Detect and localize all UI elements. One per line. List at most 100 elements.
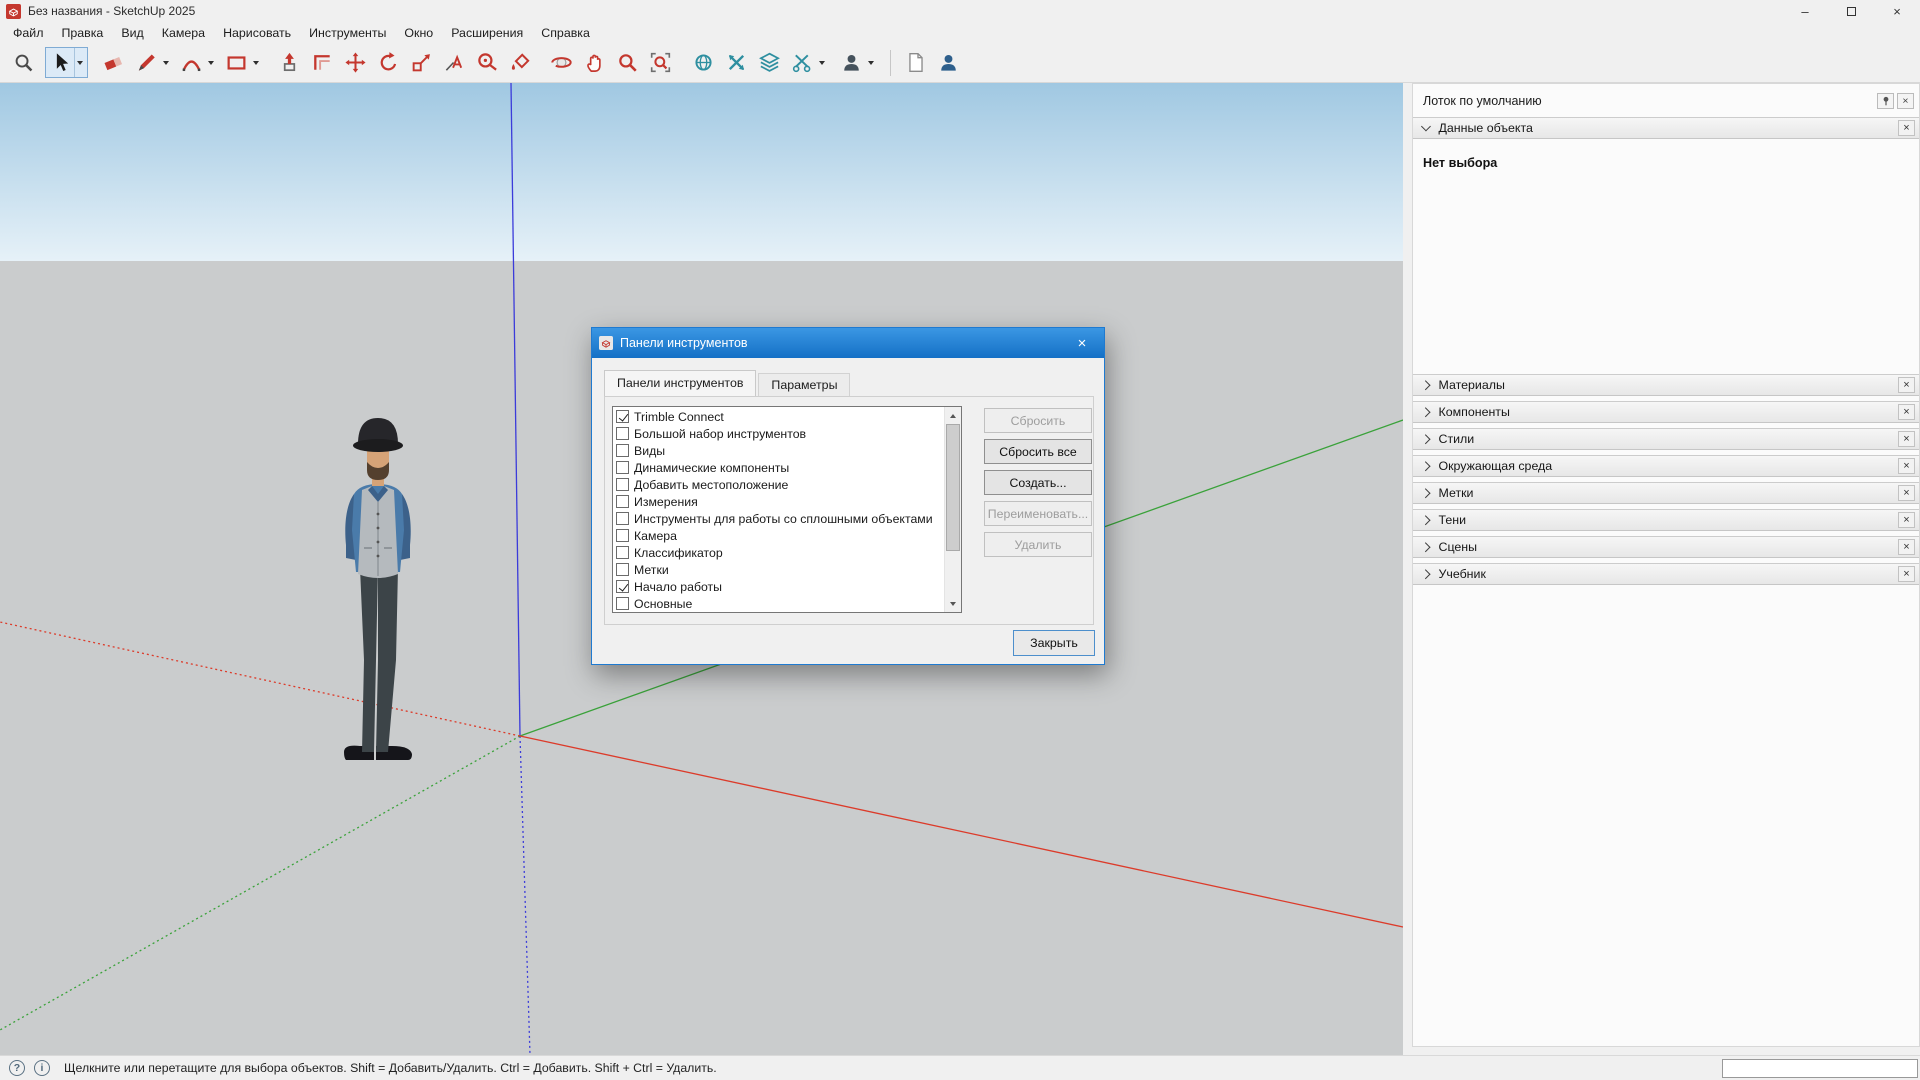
checkbox-icon[interactable] xyxy=(616,427,629,440)
tab-toolbars[interactable]: Панели инструментов xyxy=(604,370,756,396)
reset-all-button[interactable]: Сбросить все xyxy=(984,439,1092,464)
menu-item-camera[interactable]: Камера xyxy=(153,24,214,42)
tray-section-header-environment[interactable]: Окружающая среда× xyxy=(1413,455,1919,477)
select-dropdown-icon[interactable] xyxy=(77,61,83,65)
close-window-button[interactable]: × xyxy=(1874,0,1920,22)
info-status-icon[interactable]: i xyxy=(34,1060,50,1076)
arc-dropdown-icon[interactable] xyxy=(208,61,214,65)
tray-section-header-styles[interactable]: Стили× xyxy=(1413,428,1919,450)
scale-figure[interactable] xyxy=(320,410,450,762)
close-icon[interactable]: × xyxy=(1898,431,1915,447)
tool-paint-bucket[interactable] xyxy=(505,47,536,78)
menu-item-view[interactable]: Вид xyxy=(112,24,152,42)
tray-section-header-components[interactable]: Компоненты× xyxy=(1413,401,1919,423)
checkbox-icon[interactable] xyxy=(616,478,629,491)
dialog-titlebar[interactable]: Панели инструментов × xyxy=(592,328,1104,358)
toolbar-list-item[interactable]: Динамические компоненты xyxy=(613,459,944,476)
tool-move[interactable] xyxy=(340,47,371,78)
tray-section-header-scenes[interactable]: Сцены× xyxy=(1413,536,1919,558)
rectangle-dropdown-icon[interactable] xyxy=(253,61,259,65)
tool-zoom[interactable] xyxy=(612,47,643,78)
geolocation-status-icon[interactable]: ? xyxy=(9,1060,25,1076)
checkbox-icon[interactable] xyxy=(616,495,629,508)
toolbar-list-item[interactable]: Классификатор xyxy=(613,544,944,561)
close-icon[interactable]: × xyxy=(1898,566,1915,582)
checkbox-icon[interactable] xyxy=(616,597,629,610)
menu-item-window[interactable]: Окно xyxy=(395,24,442,42)
checkbox-icon[interactable] xyxy=(616,461,629,474)
tool-rectangle[interactable] xyxy=(221,47,264,78)
scroll-down-button[interactable] xyxy=(945,595,961,612)
tool-line[interactable] xyxy=(131,47,174,78)
checkbox-icon[interactable] xyxy=(616,546,629,559)
tray-close-button[interactable]: × xyxy=(1897,93,1914,109)
checkbox-icon[interactable] xyxy=(616,512,629,525)
tool-tape-measure[interactable] xyxy=(472,47,503,78)
menu-item-extensions[interactable]: Расширения xyxy=(442,24,532,42)
section-cut-dropdown-icon[interactable] xyxy=(819,61,825,65)
toolbar-list-item[interactable]: Камера xyxy=(613,527,944,544)
tool-search[interactable] xyxy=(8,47,39,78)
toolbars-listbox[interactable]: Trimble ConnectБольшой набор инструменто… xyxy=(612,406,962,613)
tool-exchange[interactable] xyxy=(721,47,752,78)
tool-add-location[interactable] xyxy=(688,47,719,78)
3d-viewport[interactable]: Панели инструментов × Панели инструменто… xyxy=(0,83,1403,1055)
menu-item-help[interactable]: Справка xyxy=(532,24,599,42)
checkbox-icon[interactable] xyxy=(616,563,629,576)
checkbox-icon[interactable] xyxy=(616,444,629,457)
toolbar-list-item[interactable]: Виды xyxy=(613,442,944,459)
tool-rotate[interactable] xyxy=(373,47,404,78)
list-scrollbar[interactable] xyxy=(944,407,961,612)
toolbar-list-item[interactable]: Основные xyxy=(613,595,944,612)
tray-section-header-materials[interactable]: Материалы× xyxy=(1413,374,1919,396)
tool-account[interactable] xyxy=(836,47,879,78)
close-button[interactable]: Закрыть xyxy=(1013,630,1095,656)
toolbar-list-item[interactable]: Trimble Connect xyxy=(613,408,944,425)
tray-pin-button[interactable] xyxy=(1877,93,1894,109)
tool-push-pull[interactable] xyxy=(274,47,305,78)
tool-arc[interactable] xyxy=(176,47,219,78)
toolbar-list-item[interactable]: Добавить местоположение xyxy=(613,476,944,493)
dialog-close-button[interactable]: × xyxy=(1060,328,1104,358)
tray-section-header-shadows[interactable]: Тени× xyxy=(1413,509,1919,531)
close-icon[interactable]: × xyxy=(1898,512,1915,528)
menu-item-file[interactable]: Файл xyxy=(4,24,52,42)
measurements-input[interactable] xyxy=(1722,1059,1918,1078)
close-icon[interactable]: × xyxy=(1898,458,1915,474)
toolbar-list-item[interactable]: Большой набор инструментов xyxy=(613,425,944,442)
tool-new-file[interactable] xyxy=(900,47,931,78)
close-icon[interactable]: × xyxy=(1898,485,1915,501)
menu-item-draw[interactable]: Нарисовать xyxy=(214,24,300,42)
tab-options[interactable]: Параметры xyxy=(758,373,850,396)
toolbar-list-item[interactable]: Инструменты для работы со сплошными объе… xyxy=(613,510,944,527)
tool-eraser[interactable] xyxy=(98,47,129,78)
close-icon[interactable]: × xyxy=(1898,377,1915,393)
close-icon[interactable]: × xyxy=(1898,404,1915,420)
tool-zoom-extents[interactable] xyxy=(645,47,676,78)
tray-section-header-entity-info[interactable]: Данные объекта× xyxy=(1413,117,1919,139)
menu-item-edit[interactable]: Правка xyxy=(52,24,112,42)
checkbox-icon[interactable] xyxy=(616,529,629,542)
tool-layout[interactable] xyxy=(754,47,785,78)
scrollbar-thumb[interactable] xyxy=(946,424,960,551)
tool-select[interactable] xyxy=(45,47,88,78)
tool-profile[interactable] xyxy=(933,47,964,78)
checkbox-checked-icon[interactable] xyxy=(616,580,629,593)
tool-scale[interactable] xyxy=(406,47,437,78)
close-icon[interactable]: × xyxy=(1898,120,1915,136)
toolbar-list-item[interactable]: Измерения xyxy=(613,493,944,510)
toolbar-list-item[interactable]: Метки xyxy=(613,561,944,578)
create-button[interactable]: Создать... xyxy=(984,470,1092,495)
tool-section-cut[interactable] xyxy=(787,47,830,78)
tray-section-header-tags[interactable]: Метки× xyxy=(1413,482,1919,504)
maximize-button[interactable] xyxy=(1828,0,1874,22)
line-dropdown-icon[interactable] xyxy=(163,61,169,65)
toolbar-list-item[interactable]: Начало работы xyxy=(613,578,944,595)
scroll-up-button[interactable] xyxy=(945,407,961,424)
close-icon[interactable]: × xyxy=(1898,539,1915,555)
minimize-button[interactable]: – xyxy=(1782,0,1828,22)
tool-offset[interactable] xyxy=(307,47,338,78)
menu-item-tools[interactable]: Инструменты xyxy=(300,24,395,42)
tray-section-header-instructor[interactable]: Учебник× xyxy=(1413,563,1919,585)
tool-text-label[interactable] xyxy=(439,47,470,78)
